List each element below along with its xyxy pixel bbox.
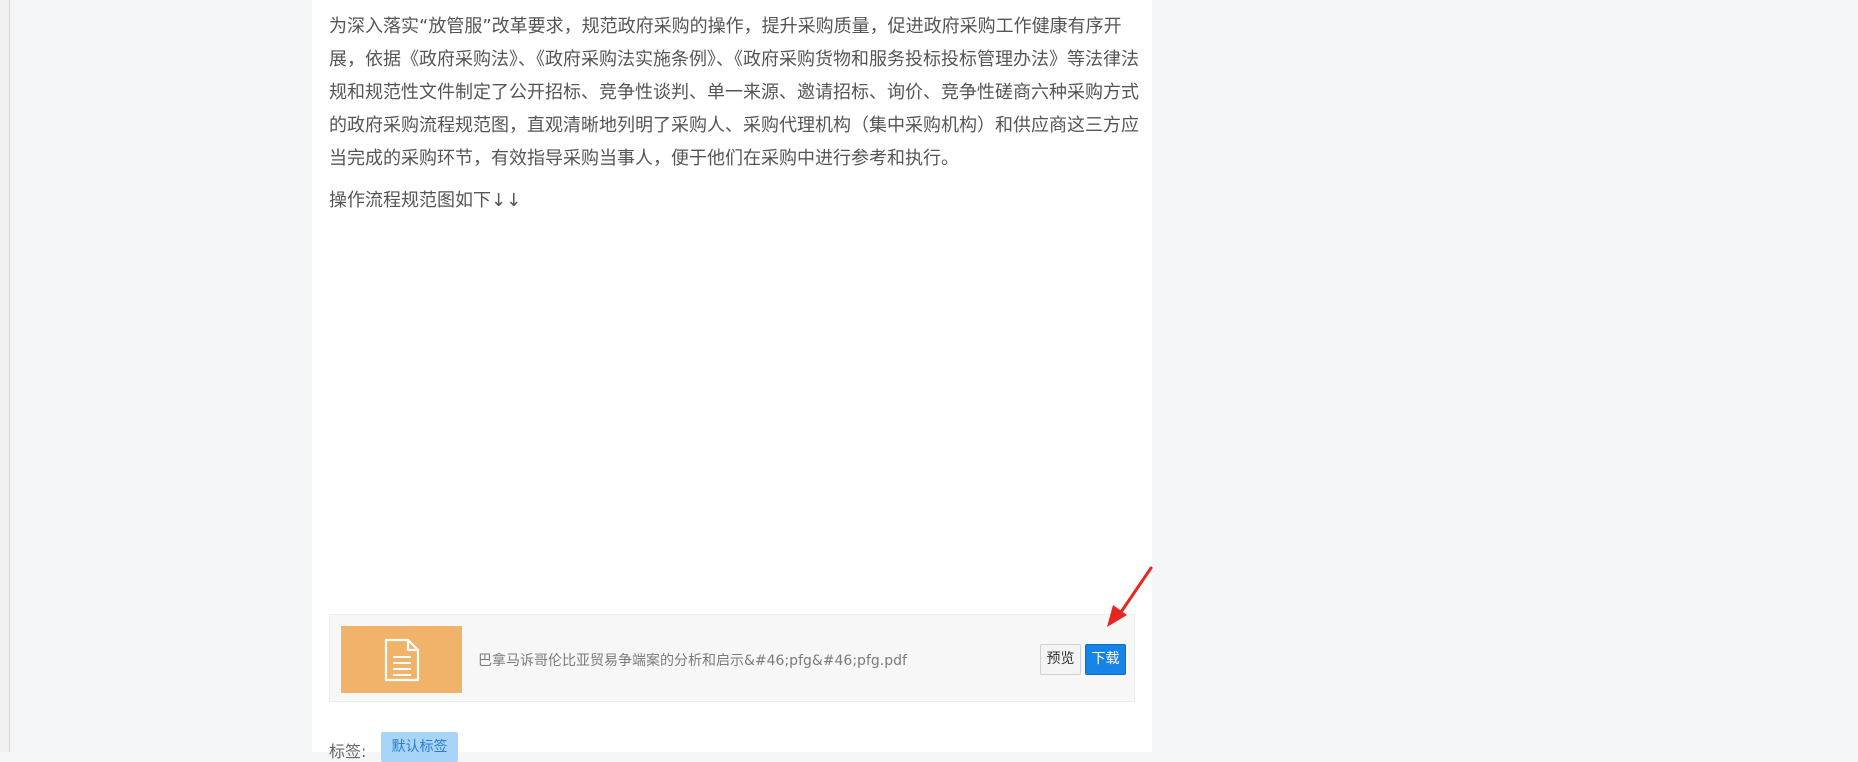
flowchart-lead-text: 操作流程规范图如下↓↓ [329,190,522,211]
attachment-thumbnail [341,626,462,693]
attachment-card: 巴拿马诉哥伦比亚贸易争端案的分析和启示&#46;pfg&#46;pfg.pdf … [329,614,1135,702]
window-left-edge [0,0,10,752]
attachment-file-name: 巴拿马诉哥伦比亚贸易争端案的分析和启示&#46;pfg&#46;pfg.pdf [478,653,907,669]
article-intro-paragraph: 为深入落实“放管服”改革要求，规范政府采购的操作，提升采购质量，促进政府采购工作… [329,16,1139,169]
tag-default[interactable]: 默认标签 [381,732,458,762]
preview-button[interactable]: 预览 [1040,644,1081,675]
document-icon [384,638,419,681]
tags-label: 标签: [329,742,367,761]
article-content: 为深入落实“放管服”改革要求，规范政府采购的操作，提升采购质量，促进政府采购工作… [312,0,1152,762]
red-arrow-annotation-icon [1107,566,1153,627]
download-button[interactable]: 下载 [1085,644,1126,675]
